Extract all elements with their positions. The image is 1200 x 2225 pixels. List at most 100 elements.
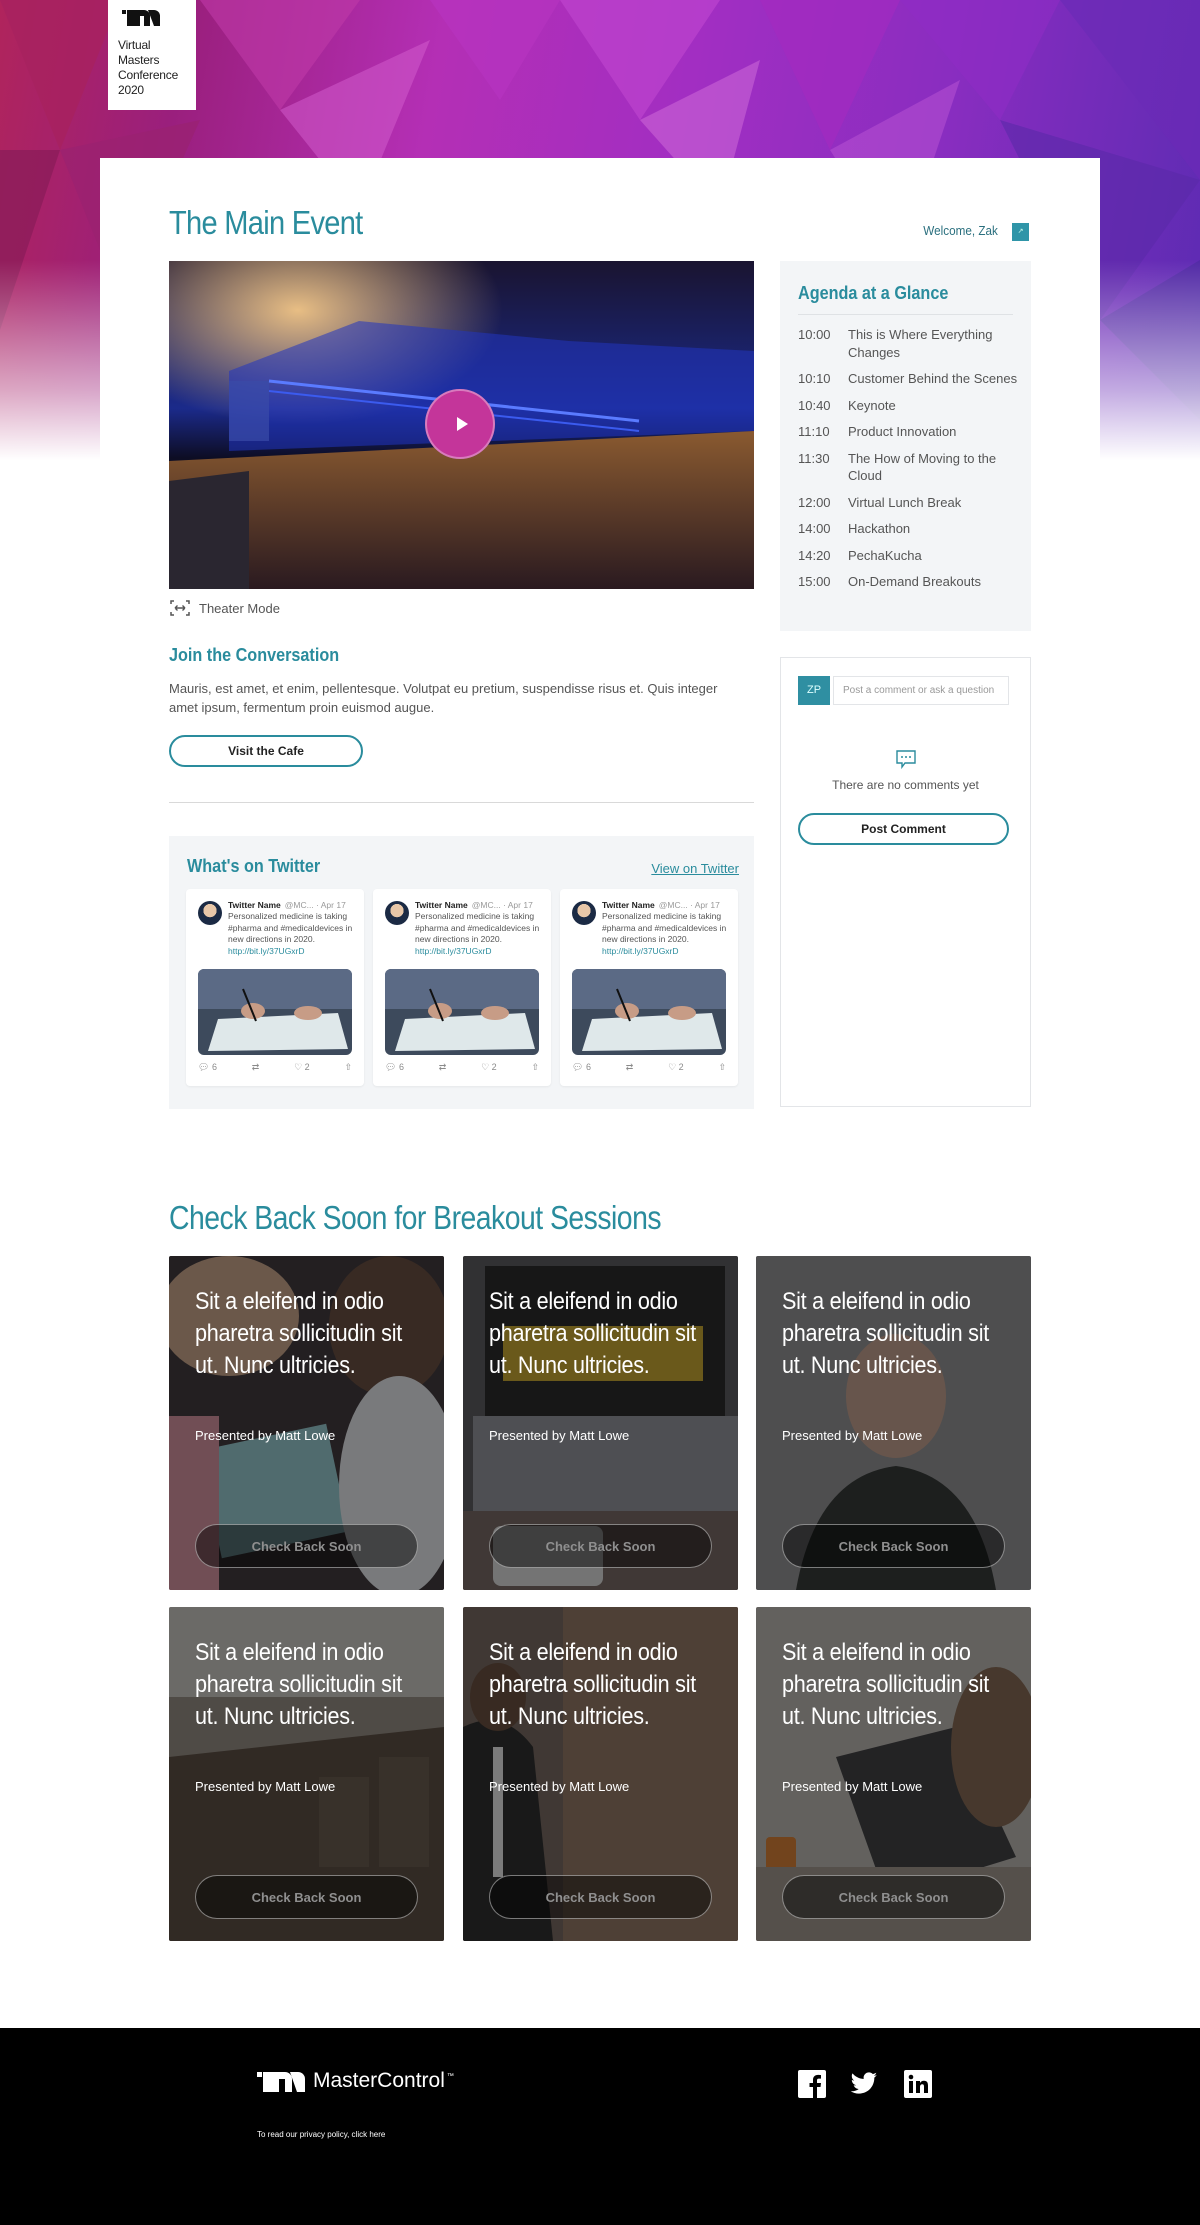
reply-icon[interactable]: 💬︎ 6 <box>572 1062 591 1073</box>
tweet-header: Twitter Name @MC... · Apr 17 <box>415 900 533 910</box>
reply-icon[interactable]: 💬︎ 6 <box>385 1062 404 1073</box>
comment-input[interactable] <box>833 676 1009 705</box>
tweet-author: Twitter Name <box>602 900 655 910</box>
twitter-social-link[interactable] <box>850 2070 878 2098</box>
expand-horizontal-icon <box>170 600 190 616</box>
tweet-link[interactable]: http://bit.ly/37UGxrD <box>415 946 545 958</box>
theater-mode-toggle[interactable]: Theater Mode <box>169 599 280 617</box>
like-count: 2 <box>678 1062 684 1072</box>
session-presenter: Presented by Matt Lowe <box>195 1779 336 1794</box>
video-player[interactable] <box>169 261 754 589</box>
session-presenter: Presented by Matt Lowe <box>489 1428 630 1443</box>
footer-logo[interactable]: MasterControl ™ <box>257 2069 454 2093</box>
tweet-handle: @MC... · Apr 17 <box>658 900 720 910</box>
tweet-actions: 💬︎ 6 ⇄ ♡ 2 ⇧ <box>572 1062 726 1073</box>
post-comment-button[interactable]: Post Comment <box>798 813 1009 845</box>
retweet-icon[interactable]: ⇄ <box>252 1062 260 1073</box>
agenda-title: On-Demand Breakouts <box>848 574 981 589</box>
check-back-soon-button[interactable]: Check Back Soon <box>195 1875 418 1919</box>
agenda-title: Virtual Lunch Break <box>848 494 962 510</box>
agenda-title: Hackathon <box>848 521 911 536</box>
share-icon[interactable]: ⇧ <box>718 1062 726 1073</box>
section-divider <box>169 802 754 803</box>
play-icon <box>456 417 468 431</box>
check-back-soon-button[interactable]: Check Back Soon <box>489 1875 712 1919</box>
agenda-title: This is Where Everything Changes <box>848 327 993 360</box>
agenda-item: 10:40 Keynote <box>798 397 1020 415</box>
session-card[interactable]: Sit a eleifend in odio pharetra sollicit… <box>756 1607 1031 1941</box>
view-on-twitter-link[interactable]: View on Twitter <box>651 861 739 876</box>
twitter-heading: What's on Twitter <box>187 856 321 876</box>
retweet-icon[interactable]: ⇄ <box>626 1062 634 1073</box>
tweet-image <box>198 969 352 1055</box>
check-back-soon-button[interactable]: Check Back Soon <box>782 1875 1005 1919</box>
like-icon[interactable]: ♡ 2 <box>294 1062 310 1073</box>
linkedin-icon <box>904 2070 932 2098</box>
tweet-card[interactable]: Twitter Name @MC... · Apr 17 Personalized… <box>186 889 364 1086</box>
agenda-time: 11:30 <box>798 450 830 466</box>
tweet-image <box>572 969 726 1055</box>
external-link-icon: ↗ <box>1017 228 1024 235</box>
session-card[interactable]: Sit a eleifend in odio pharetra sollicit… <box>169 1607 444 1941</box>
reply-count: 6 <box>211 1062 217 1072</box>
tweet-text: Personalized medicine is taking #pharma … <box>415 911 540 944</box>
site-footer: MasterControl ™ To read our privacy polic… <box>0 2028 1200 2225</box>
tweet-handle: @MC... · Apr 17 <box>284 900 346 910</box>
privacy-policy-link[interactable]: To read our privacy policy, click here <box>257 2130 385 2139</box>
session-presenter: Presented by Matt Lowe <box>195 1428 336 1443</box>
like-icon[interactable]: ♡ 2 <box>668 1062 684 1073</box>
agenda-title: Customer Behind the Scenes <box>848 371 1018 386</box>
like-count: 2 <box>491 1062 497 1072</box>
session-card[interactable]: Sit a eleifend in odio pharetra sollicit… <box>463 1256 738 1590</box>
agenda-title: The How of Moving to the Cloud <box>848 450 997 484</box>
session-presenter: Presented by Matt Lowe <box>489 1779 630 1794</box>
user-menu-button[interactable]: ↗ <box>1012 223 1029 241</box>
session-card[interactable]: Sit a eleifend in odio pharetra sollicit… <box>756 1256 1031 1590</box>
tweet-card[interactable]: Twitter Name @MC... · Apr 17 Personalized… <box>560 889 738 1086</box>
agenda-time: 10:40 <box>798 397 831 413</box>
footer-brand-name: MasterControl <box>313 2069 445 2092</box>
badge-line: Masters <box>118 53 160 67</box>
agenda-list: 10:00 This is Where Everything Changes 10… <box>798 326 1020 600</box>
check-back-soon-button[interactable]: Check Back Soon <box>489 1524 712 1568</box>
session-title: Sit a eleifend in odio pharetra sollicit… <box>489 1288 696 1379</box>
linkedin-link[interactable] <box>904 2070 932 2098</box>
tweet-header: Twitter Name @MC... · Apr 17 <box>602 900 720 910</box>
check-back-soon-button[interactable]: Check Back Soon <box>782 1524 1005 1568</box>
tweet-text: Personalized medicine is taking #pharma … <box>602 911 727 944</box>
tweet-body: Personalized medicine is taking #pharma … <box>228 911 358 957</box>
breakouts-heading: Check Back Soon for Breakout Sessions <box>169 1199 662 1236</box>
page-title: The Main Event <box>169 204 363 241</box>
tweet-handle: @MC... · Apr 17 <box>471 900 533 910</box>
session-title: Sit a eleifend in odio pharetra sollicit… <box>489 1639 696 1730</box>
visit-cafe-button[interactable]: Visit the Cafe <box>169 735 363 767</box>
like-icon[interactable]: ♡ 2 <box>481 1062 497 1073</box>
play-button[interactable] <box>425 389 495 459</box>
facebook-link[interactable] <box>798 2070 826 2098</box>
agenda-divider <box>798 314 1013 315</box>
tweet-link[interactable]: http://bit.ly/37UGxrD <box>602 946 732 958</box>
agenda-title: Product Innovation <box>848 424 957 439</box>
twitter-feed: What's on Twitter View on Twitter Twitte… <box>169 836 754 1109</box>
session-card[interactable]: Sit a eleifend in odio pharetra sollicit… <box>169 1256 444 1590</box>
tweet-card[interactable]: Twitter Name @MC... · Apr 17 Personalized… <box>373 889 551 1086</box>
tweet-image <box>385 969 539 1055</box>
user-avatar: ZP <box>798 676 830 705</box>
session-card[interactable]: Sit a eleifend in odio pharetra sollicit… <box>463 1607 738 1941</box>
share-icon[interactable]: ⇧ <box>531 1062 539 1073</box>
tweet-author: Twitter Name <box>228 900 281 910</box>
badge-line: Conference <box>118 68 179 82</box>
tweet-actions: 💬︎ 6 ⇄ ♡ 2 ⇧ <box>385 1062 539 1073</box>
agenda-time: 15:00 <box>798 574 831 589</box>
retweet-icon[interactable]: ⇄ <box>439 1062 447 1073</box>
chat-bubble-icon <box>896 750 916 770</box>
check-back-soon-button[interactable]: Check Back Soon <box>195 1524 418 1568</box>
agenda-item: 10:10 Customer Behind the Scenes <box>798 370 1020 388</box>
agenda-time: 12:00 <box>798 494 831 510</box>
conference-badge[interactable]: Virtual Masters Conference 2020 <box>108 0 196 110</box>
reply-icon[interactable]: 💬︎ 6 <box>198 1062 217 1073</box>
tweet-link[interactable]: http://bit.ly/37UGxrD <box>228 946 358 958</box>
welcome-message: Welcome, Zak <box>923 223 998 238</box>
share-icon[interactable]: ⇧ <box>344 1062 352 1073</box>
agenda-item: 15:00 On-Demand Breakouts <box>798 573 1020 591</box>
